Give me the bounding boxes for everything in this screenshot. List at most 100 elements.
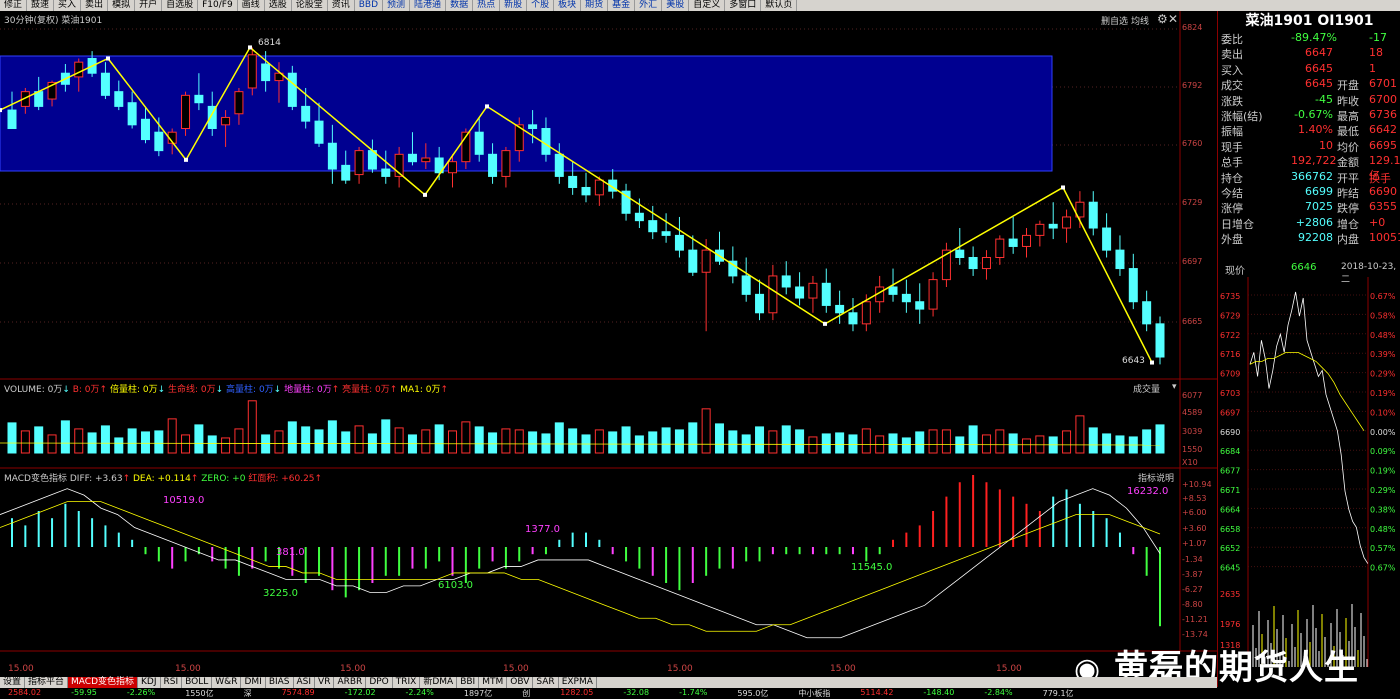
toolbar-item[interactable]: 修正 (0, 0, 28, 11)
candle (1022, 234, 1032, 247)
toolbar-item[interactable]: 数据 (446, 0, 474, 11)
volume-bar (287, 421, 297, 454)
volume-bar (194, 424, 204, 454)
mini-price-label: 6697 (1220, 408, 1240, 417)
current-price-label: 现价 (1225, 266, 1245, 277)
volume-label: 3039 (1182, 427, 1203, 436)
toolbar-item[interactable]: 期货 (581, 0, 609, 11)
mini-pct-label: 0.67% (1370, 292, 1396, 301)
status-value: -2.24% (405, 688, 434, 697)
toolbar-item[interactable]: 开户 (135, 0, 163, 11)
toolbar-item[interactable]: 买入 (54, 0, 82, 11)
indicator-tab[interactable]: 指标平台 (25, 677, 69, 688)
volume-dropdown-icon[interactable]: ▾ (1172, 382, 1177, 392)
indicator-tab[interactable]: OBV (507, 677, 534, 688)
candle (981, 257, 991, 270)
toolbar-item[interactable]: 多窗口 (725, 0, 762, 11)
toolbar-item[interactable]: 外汇 (635, 0, 663, 11)
toolbar-item[interactable]: 预测 (383, 0, 411, 11)
indicator-tab[interactable]: SAR (533, 677, 559, 688)
toolbar-item[interactable]: 鼓速 (27, 0, 55, 11)
candle (234, 91, 244, 115)
mini-price-label: 6677 (1220, 467, 1240, 476)
toolbar-item[interactable]: BBD (355, 0, 384, 11)
volume-bar (968, 425, 978, 454)
candle (1088, 201, 1098, 229)
mini-pct-label: 0.38% (1370, 505, 1396, 514)
mini-price-line (1249, 291, 1369, 564)
candle (701, 249, 711, 273)
indicator-tab[interactable]: DMI (241, 677, 266, 688)
status-value: 深 (243, 689, 252, 698)
quote-row: 买入 6645 1 (1221, 61, 1376, 77)
indicator-tab[interactable]: KDJ (138, 677, 161, 688)
indicator-tab[interactable]: BOLL (182, 677, 213, 688)
indicator-tab[interactable]: 新DMA (420, 677, 458, 688)
indicator-tab[interactable]: EXPMA (559, 677, 597, 688)
indicator-tab[interactable]: BBI (457, 677, 480, 688)
macd-annotation: 16232.0 (1127, 486, 1169, 497)
quote-panel: 菜油1901 OI1901 委比 -89.47% -17 卖出 6647 18 买入 6645… (1217, 11, 1400, 687)
macd-label: -8.80 (1182, 600, 1203, 609)
status-value: 7574.89 (281, 688, 315, 697)
volume-bar (140, 431, 150, 454)
toolbar-item[interactable]: 新股 (500, 0, 528, 11)
toolbar-item[interactable]: 板块 (554, 0, 582, 11)
candle (568, 175, 578, 188)
mini-price-label: 6652 (1220, 544, 1240, 553)
toolbar-item[interactable]: 选股 (265, 0, 292, 11)
toolbar-item[interactable]: 画线 (238, 0, 265, 11)
indicator-tab[interactable]: 设置 (0, 677, 26, 688)
toolbar-item[interactable]: F10/F9 (198, 0, 238, 11)
volume-bar (1155, 424, 1165, 454)
toolbar-item[interactable]: 陆港通 (410, 0, 447, 11)
indicator-tab[interactable]: MTM (479, 677, 508, 688)
volume-header: VOLUME: 0万↓ B: 0万↑ 倍量柱: 0万↓ 生命线: 0万↓ 高量柱… (4, 385, 449, 395)
volume-bar (167, 418, 177, 454)
volume-bar (7, 422, 17, 454)
indicator-tab[interactable]: TRIX (393, 677, 421, 688)
price-label: 6760 (1182, 139, 1203, 148)
indicator-tab[interactable]: DPO (366, 677, 393, 688)
volume-indicator-button[interactable]: 成交量 (1133, 382, 1160, 395)
toolbar-item[interactable]: 热点 (473, 0, 501, 11)
toolbar-item[interactable]: 模拟 (108, 0, 136, 11)
intraday-chart[interactable]: 6735 6729 6722 6716 6709 6703 6697 6690 6684 6677… (1218, 277, 1400, 667)
high-label: 6814 (258, 38, 281, 48)
mini-price-label: 6709 (1220, 370, 1240, 379)
mini-price-label: 6684 (1220, 447, 1240, 456)
toolbar-item[interactable]: 卖出 (81, 0, 109, 11)
indicator-tab[interactable]: W&R (212, 677, 242, 688)
indicator-tab[interactable]: ARBR (334, 677, 367, 688)
zigzag-point (248, 45, 252, 50)
toolbar-item[interactable]: 自选股 (162, 0, 199, 11)
volume-bar (314, 429, 324, 454)
chart-area: 30分钟(复权) 菜油1901 删自选 均线 ⚙ ✕ 6824 6792 676… (0, 11, 1217, 687)
candle (354, 150, 364, 176)
mini-pct-label: 0.00% (1370, 428, 1396, 437)
price-chart[interactable] (0, 11, 1217, 687)
toolbar-item[interactable]: 美股 (662, 0, 690, 11)
indicator-tab[interactable]: ASI (294, 677, 316, 688)
status-value: 595.0亿 (737, 689, 769, 698)
indicator-tab[interactable]: RSI (161, 677, 183, 688)
toolbar-item[interactable]: 自定义 (689, 0, 726, 11)
toolbar-item[interactable]: 论股堂 (292, 0, 328, 11)
toolbar-item[interactable]: 个股 (527, 0, 555, 11)
zigzag-point (184, 157, 188, 162)
zigzag-point (0, 108, 2, 113)
volume-bar (688, 422, 698, 454)
volume-bar (995, 429, 1005, 454)
volume-bar (981, 434, 991, 454)
market-status-bar: 2584.02 -59.95 -2.26% 1550亿 深 7574.89 -172.02 -… (0, 688, 1400, 698)
candle (287, 72, 297, 107)
price-label: 6697 (1182, 257, 1203, 266)
indicator-help-button[interactable]: 指标说明 (1138, 471, 1174, 484)
toolbar-item[interactable]: 基金 (608, 0, 636, 11)
candle (1048, 223, 1058, 229)
toolbar-item[interactable]: 资讯 (328, 0, 355, 11)
indicator-tab[interactable]: VR (315, 677, 335, 688)
indicator-tab[interactable]: MACD变色指标 (68, 677, 139, 688)
indicator-tab[interactable]: BIAS (266, 677, 294, 688)
toolbar-item[interactable]: 默认页 (761, 0, 798, 11)
